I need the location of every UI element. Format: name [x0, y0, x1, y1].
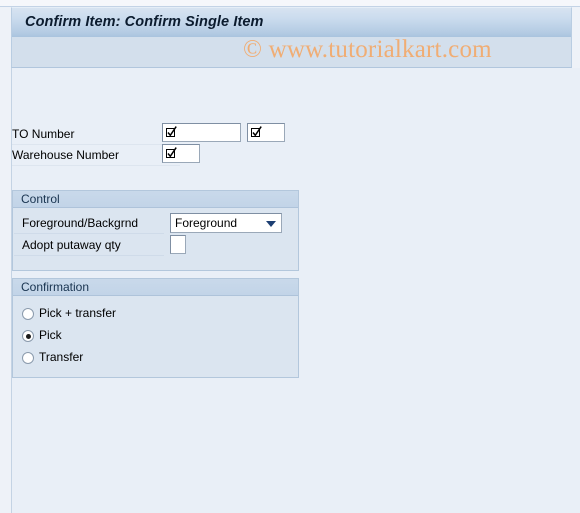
- radio-icon[interactable]: [22, 308, 34, 320]
- confirmation-group-header: Confirmation: [13, 279, 298, 296]
- foreground-background-select[interactable]: Foreground: [170, 213, 282, 233]
- toolbar-band: [11, 37, 572, 68]
- sap-transaction-window: Confirm Item: Confirm Single Item © www.…: [0, 0, 580, 513]
- content-area: TO Number Warehouse Number Control Foreg…: [11, 68, 580, 513]
- checkmark-glyph: [167, 126, 177, 137]
- checkmark-glyph: [252, 126, 262, 137]
- radio-label-transfer: Transfer: [39, 350, 84, 364]
- value-help-icon[interactable]: [250, 125, 263, 139]
- foreground-background-value: Foreground: [175, 216, 238, 230]
- label-foreground-background: Foreground/Backgrnd: [22, 216, 139, 230]
- chevron-down-icon[interactable]: [266, 221, 276, 227]
- radio-pick-plus-transfer[interactable]: Pick + transfer: [22, 305, 202, 325]
- control-group-box: Control Foreground/Backgrnd Foreground A…: [12, 190, 299, 271]
- radio-label-pick-plus-transfer: Pick + transfer: [39, 306, 117, 320]
- label-warehouse-number: Warehouse Number: [12, 148, 119, 162]
- adopt-putaway-qty-input[interactable]: [170, 235, 186, 254]
- confirmation-group-box: Confirmation Pick + transfer Pick Transf…: [12, 278, 299, 378]
- title-bar: Confirm Item: Confirm Single Item: [11, 7, 572, 37]
- radio-icon[interactable]: [22, 352, 34, 364]
- field-row-to-number: TO Number: [12, 124, 180, 145]
- value-help-icon[interactable]: [165, 146, 178, 160]
- radio-icon-selected[interactable]: [22, 330, 34, 342]
- field-row-warehouse-number: Warehouse Number: [12, 145, 180, 166]
- checkmark-glyph: [167, 147, 177, 158]
- page-title: Confirm Item: Confirm Single Item: [25, 14, 264, 30]
- radio-pick[interactable]: Pick: [22, 327, 202, 347]
- row-adopt-putaway-qty: Adopt putaway qty: [14, 235, 164, 256]
- radio-transfer[interactable]: Transfer: [22, 349, 202, 369]
- value-help-icon[interactable]: [165, 125, 178, 139]
- window-top-strip: [0, 0, 580, 7]
- confirmation-group-title: Confirmation: [21, 280, 90, 294]
- to-number-from-input[interactable]: [162, 123, 241, 142]
- radio-label-pick: Pick: [39, 328, 62, 342]
- control-group-title: Control: [21, 192, 60, 206]
- row-foreground-background: Foreground/Backgrnd: [14, 213, 164, 234]
- control-group-header: Control: [13, 191, 298, 208]
- label-adopt-putaway-qty: Adopt putaway qty: [22, 238, 121, 252]
- to-number-to-input[interactable]: [247, 123, 285, 142]
- warehouse-number-input[interactable]: [162, 144, 200, 163]
- label-to-number: TO Number: [12, 127, 75, 141]
